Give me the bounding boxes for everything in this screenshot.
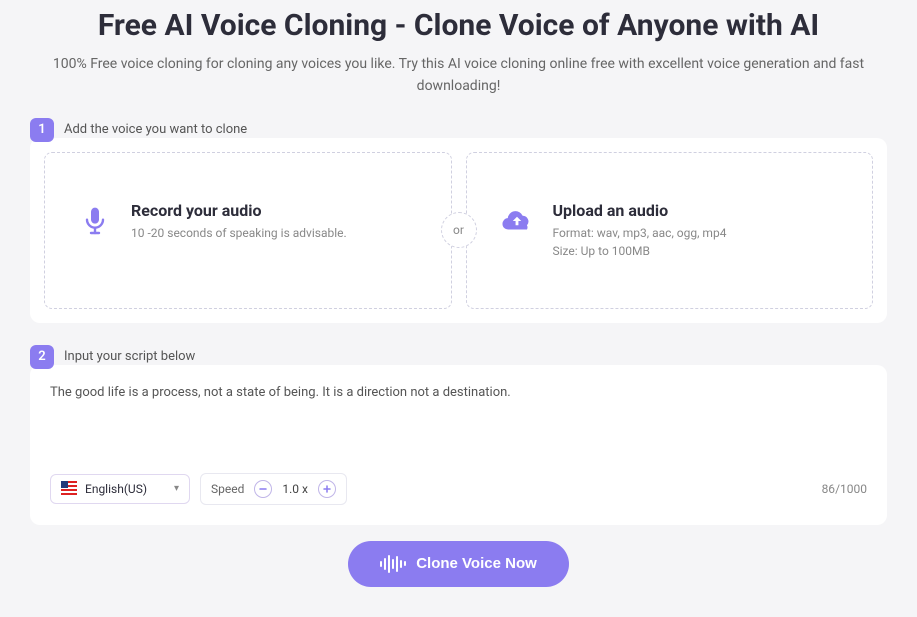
upload-size: Size: Up to 100MB xyxy=(553,242,843,260)
step1-header: 1 Add the voice you want to clone xyxy=(30,118,887,142)
step1-label: Add the voice you want to clone xyxy=(64,122,247,137)
audio-options-row: Record your audio 10 -20 seconds of spea… xyxy=(44,152,873,309)
page-subtitle: 100% Free voice cloning for cloning any … xyxy=(30,53,887,98)
chevron-down-icon: ▾ xyxy=(174,483,179,494)
step1-badge: 1 xyxy=(30,118,54,142)
clone-voice-button[interactable]: Clone Voice Now xyxy=(348,541,569,587)
flag-us-icon xyxy=(61,481,77,497)
step2-header: 2 Input your script below xyxy=(30,345,887,369)
step2-card: The good life is a process, not a state … xyxy=(30,365,887,525)
upload-audio-option[interactable]: Upload an audio Format: wav, mp3, aac, o… xyxy=(466,152,874,309)
cloud-upload-icon xyxy=(497,201,537,241)
record-title: Record your audio xyxy=(131,201,421,220)
char-count-max: /1000 xyxy=(835,482,867,496)
language-select[interactable]: English(US) ▾ xyxy=(50,474,190,504)
upload-format: Format: wav, mp3, aac, ogg, mp4 xyxy=(553,224,843,242)
speed-label: Speed xyxy=(211,482,244,496)
speed-increase-button[interactable] xyxy=(318,480,336,498)
page-title: Free AI Voice Cloning - Clone Voice of A… xyxy=(30,8,887,43)
step2-badge: 2 xyxy=(30,345,54,369)
speed-decrease-button[interactable] xyxy=(254,480,272,498)
or-divider: or xyxy=(441,212,477,248)
step2-label: Input your script below xyxy=(64,349,195,364)
record-desc: 10 -20 seconds of speaking is advisable. xyxy=(131,224,421,242)
step1-card: Record your audio 10 -20 seconds of spea… xyxy=(30,138,887,323)
upload-title: Upload an audio xyxy=(553,201,843,220)
microphone-icon xyxy=(75,201,115,241)
cta-label: Clone Voice Now xyxy=(416,555,537,572)
char-counter: 86/1000 xyxy=(822,482,867,496)
record-audio-option[interactable]: Record your audio 10 -20 seconds of spea… xyxy=(44,152,452,309)
waveform-icon xyxy=(380,555,406,573)
controls-row: English(US) ▾ Speed 1.0 x 86/1000 xyxy=(50,473,867,505)
speed-value: 1.0 x xyxy=(282,482,308,496)
char-count-current: 86 xyxy=(822,482,836,496)
script-textarea[interactable]: The good life is a process, not a state … xyxy=(50,385,867,465)
language-value: English(US) xyxy=(85,482,147,496)
cta-row: Clone Voice Now xyxy=(30,541,887,587)
speed-control: Speed 1.0 x xyxy=(200,473,347,505)
